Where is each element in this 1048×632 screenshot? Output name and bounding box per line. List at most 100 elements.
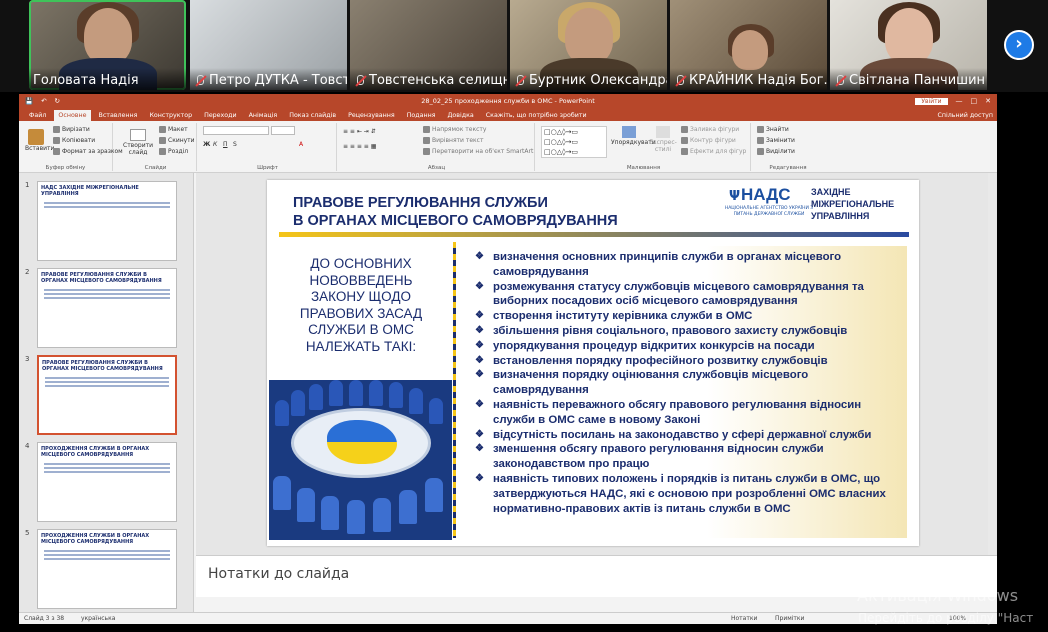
smartart-button[interactable]: Перетворити на об'єкт SmartArt bbox=[423, 148, 533, 155]
cut-button[interactable]: Вирізати bbox=[53, 126, 90, 133]
font-name-dropdown[interactable] bbox=[203, 126, 269, 135]
italic-button[interactable]: К bbox=[213, 141, 217, 148]
font-group: Ж К П S A Шрифт bbox=[199, 123, 337, 171]
thumb-title: НАДС ЗАХІДНЕ МІЖРЕГІОНАЛЬНЕ УПРАВЛІННЯ bbox=[41, 185, 139, 197]
thumb-number: 3 bbox=[25, 355, 30, 363]
font-size-dropdown[interactable] bbox=[271, 126, 295, 135]
tell-me-search[interactable]: Скажіть, що потрібно зробити bbox=[482, 110, 591, 121]
mic-muted-icon bbox=[834, 74, 846, 88]
bullet-item: зменшення обсягу правого регулювання від… bbox=[475, 442, 905, 472]
layout-icon bbox=[159, 126, 166, 133]
underline-button[interactable]: П bbox=[223, 141, 228, 148]
bold-button[interactable]: Ж bbox=[203, 141, 210, 148]
group-label: Слайди bbox=[144, 165, 167, 171]
quick-styles-button[interactable]: Експрес-стилі bbox=[649, 139, 677, 153]
slide-title: ПРАВОВЕ РЕГУЛЮВАННЯ СЛУЖБИ В ОРГАНАХ МІС… bbox=[293, 195, 618, 229]
copy-icon bbox=[53, 137, 60, 144]
tab-review[interactable]: Рецензування bbox=[344, 110, 399, 121]
participant-tile[interactable]: КРАЙНИК Надія Бог... bbox=[670, 0, 827, 90]
bullet-item: визначення основних принципів служби в о… bbox=[475, 250, 905, 280]
font-color-button[interactable]: A bbox=[299, 141, 303, 148]
thumb-title: ПРОХОДЖЕННЯ СЛУЖБИ В ОРГАНАХ МІСЦЕВОГО С… bbox=[41, 533, 150, 545]
left-heading: ДО ОСНОВНИХ НОВОВВЕДЕНЬ ЗАКОНУ ЩОДО ПРАВ… bbox=[299, 256, 423, 354]
replace-button[interactable]: Замінити bbox=[757, 137, 795, 144]
bullets-icon[interactable]: ≡ ≡ ⇤ ⇥ ⇵ bbox=[343, 128, 376, 135]
tab-transitions[interactable]: Переходи bbox=[200, 110, 241, 121]
minimize-icon[interactable]: — bbox=[956, 97, 963, 105]
group-label: Абзац bbox=[427, 165, 446, 171]
maximize-icon[interactable]: □ bbox=[971, 97, 978, 105]
bullet-item: створення інституту керівника служби в О… bbox=[475, 309, 905, 324]
slide-thumbnail[interactable]: ПРАВОВЕ РЕГУЛЮВАННЯ СЛУЖБИ В ОРГАНАХ МІС… bbox=[37, 268, 177, 348]
shape-fill-button[interactable]: Заливка фігури bbox=[681, 126, 739, 133]
text-direction-button[interactable]: Напрямок тексту bbox=[423, 126, 486, 133]
paste-icon bbox=[28, 129, 44, 145]
windows-activation-watermark: Активація Windows bbox=[857, 586, 1019, 605]
shape-outline-button[interactable]: Контур фігури bbox=[681, 137, 736, 144]
participant-tile[interactable]: Головата Надія bbox=[29, 0, 186, 90]
slide-thumbnail[interactable]: ПРОХОДЖЕННЯ СЛУЖБИ В ОРГАНАХ МІСЦЕВОГО С… bbox=[37, 442, 177, 522]
vertical-scrollbar[interactable] bbox=[988, 173, 996, 555]
shapes-gallery[interactable]: □○△◊→▭ □○△◊→▭ □○△◊→▭ bbox=[541, 126, 607, 158]
divider bbox=[453, 242, 456, 538]
new-slide-icon bbox=[130, 129, 146, 141]
cursor-icon bbox=[757, 148, 764, 155]
section-button[interactable]: Розділ bbox=[159, 148, 188, 155]
select-button[interactable]: Виділити bbox=[757, 148, 795, 155]
slide-thumbnail[interactable]: ПРОХОДЖЕННЯ СЛУЖБИ В ОРГАНАХ МІСЦЕВОГО С… bbox=[37, 529, 177, 609]
shadow-button[interactable]: S bbox=[233, 141, 237, 148]
align-text-button[interactable]: Вирівняти текст bbox=[423, 137, 483, 144]
new-slide-button[interactable]: Створити слайд bbox=[123, 142, 153, 156]
slide-thumbnail[interactable]: НАДС ЗАХІДНЕ МІЖРЕГІОНАЛЬНЕ УПРАВЛІННЯ bbox=[37, 181, 177, 261]
share-button[interactable]: Спільний доступ bbox=[934, 110, 997, 121]
tab-animation[interactable]: Анімація bbox=[245, 110, 282, 121]
thumb-title: ПРОХОДЖЕННЯ СЛУЖБИ В ОРГАНАХ МІСЦЕВОГО С… bbox=[41, 446, 150, 458]
next-participants-button[interactable]: › bbox=[1004, 30, 1034, 60]
align-icons[interactable]: ≡ ≡ ≡ ≡ ▦ bbox=[343, 143, 376, 150]
tab-home[interactable]: Основне bbox=[54, 110, 91, 121]
participant-tile[interactable]: Буртник Олександра ... bbox=[510, 0, 667, 90]
paste-button[interactable]: Вставити bbox=[25, 145, 54, 152]
participant-name: Буртник Олександра ... bbox=[529, 73, 667, 88]
participant-tile[interactable]: Петро ДУТКА - Товст... bbox=[190, 0, 347, 90]
title-bar: 💾 ↶ ↻ 28_02_25 проходження служби в ОМС … bbox=[19, 94, 997, 108]
current-slide[interactable]: ПРАВОВЕ РЕГУЛЮВАННЯ СЛУЖБИ В ОРГАНАХ МІС… bbox=[267, 180, 919, 546]
slide-thumbnails-pane: 1 НАДС ЗАХІДНЕ МІЖРЕГІОНАЛЬНЕ УПРАВЛІННЯ… bbox=[19, 173, 194, 612]
powerpoint-window: 💾 ↶ ↻ 28_02_25 проходження служби в ОМС … bbox=[19, 94, 997, 624]
trident-icon: Ψ bbox=[729, 189, 741, 204]
bullet-item: наявність переважного обсягу правового р… bbox=[475, 398, 905, 428]
comments-toggle[interactable]: Примітки bbox=[775, 615, 804, 622]
layout-button[interactable]: Макет bbox=[159, 126, 188, 133]
group-label: Редагування bbox=[769, 165, 807, 171]
participant-tile[interactable]: Товстенська селищн... bbox=[350, 0, 507, 90]
language-indicator[interactable]: українська bbox=[81, 615, 115, 622]
paragraph-group: ≡ ≡ ⇤ ⇥ ⇵ ≡ ≡ ≡ ≡ ▦ Напрямок тексту Вирі… bbox=[339, 123, 535, 171]
status-bar: Слайд 3 з 38 українська Нотатки Примітки… bbox=[19, 612, 997, 624]
drawing-group: □○△◊→▭ □○△◊→▭ □○△◊→▭ Упорядкувати Експрес-… bbox=[537, 123, 751, 171]
ukraine-map-icon bbox=[327, 420, 397, 464]
copy-button[interactable]: Копіювати bbox=[53, 137, 95, 144]
tab-view[interactable]: Подання bbox=[403, 110, 440, 121]
close-icon[interactable]: ✕ bbox=[985, 97, 991, 105]
quick-styles-icon bbox=[656, 126, 670, 138]
thumb-number: 2 bbox=[25, 268, 30, 276]
bullet-item: розмежування статусу службовців місцевог… bbox=[475, 280, 905, 310]
tab-insert[interactable]: Вставлення bbox=[95, 110, 142, 121]
participant-tile[interactable]: Світлана Панчишин ... bbox=[830, 0, 987, 90]
signin-button[interactable]: Увійти bbox=[915, 97, 948, 105]
thumb-title: ПРАВОВЕ РЕГУЛЮВАННЯ СЛУЖБИ В ОРГАНАХ МІС… bbox=[41, 272, 162, 284]
window-title: 28_02_25 проходження служби в ОМС - Powe… bbox=[421, 97, 595, 105]
find-button[interactable]: Знайти bbox=[757, 126, 789, 133]
shape-effects-button[interactable]: Ефекти для фігур bbox=[681, 148, 746, 155]
reset-button[interactable]: Скинути bbox=[159, 137, 195, 144]
group-label: Малювання bbox=[626, 165, 661, 171]
tab-design[interactable]: Конструктор bbox=[145, 110, 196, 121]
tab-help[interactable]: Довідка bbox=[444, 110, 478, 121]
tab-file[interactable]: Файл bbox=[25, 110, 50, 121]
bullet-list: визначення основних принципів служби в о… bbox=[475, 250, 905, 516]
notes-toggle[interactable]: Нотатки bbox=[731, 615, 757, 622]
slide-thumbnail-selected[interactable]: ПРАВОВЕ РЕГУЛЮВАННЯ СЛУЖБИ В ОРГАНАХ МІС… bbox=[37, 355, 177, 435]
format-painter-button[interactable]: Формат за зразком bbox=[53, 148, 123, 155]
nads-logo: Ψ НАДС НАЦІОНАЛЬНЕ АГЕНТСТВО УКРАЇНИ З П… bbox=[724, 185, 895, 221]
tab-slideshow[interactable]: Показ слайдів bbox=[285, 110, 340, 121]
